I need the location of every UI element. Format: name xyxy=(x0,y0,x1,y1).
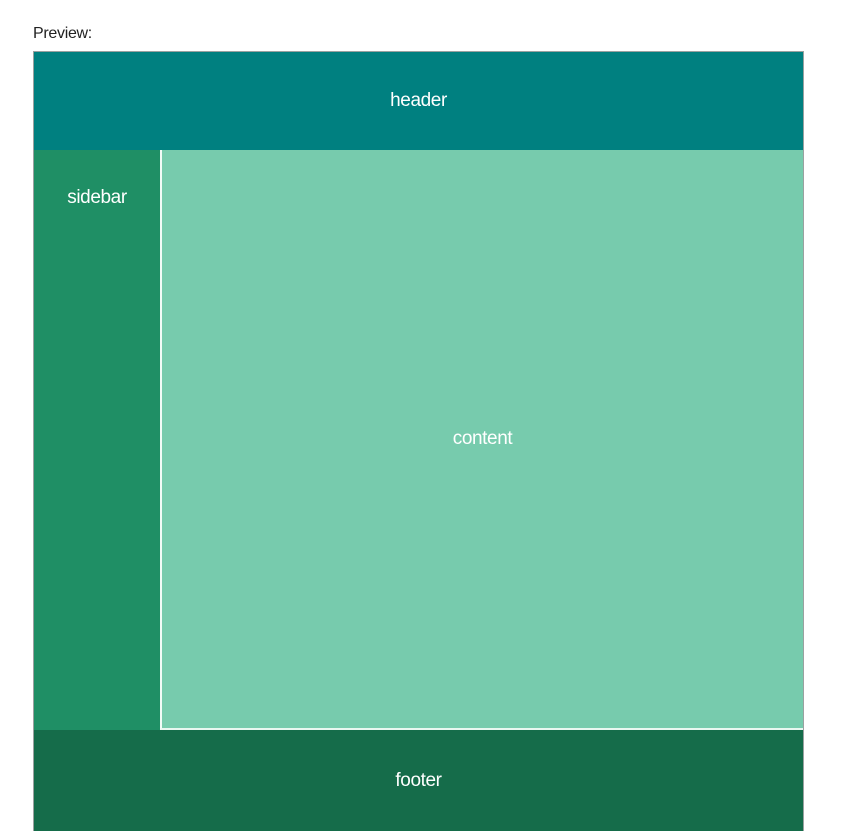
footer-region: footer xyxy=(34,730,803,831)
sidebar-region: sidebar xyxy=(34,150,160,730)
header-label: header xyxy=(390,90,447,111)
layout-grid: header sidebar content footer xyxy=(34,52,803,831)
preview-frame: header sidebar content footer xyxy=(33,51,804,831)
content-label: content xyxy=(452,428,513,449)
footer-label: footer xyxy=(395,769,442,791)
sidebar-label: sidebar xyxy=(67,187,127,208)
content-region: content xyxy=(160,150,803,730)
preview-label: Preview: xyxy=(33,25,92,42)
header-region: header xyxy=(34,52,803,150)
